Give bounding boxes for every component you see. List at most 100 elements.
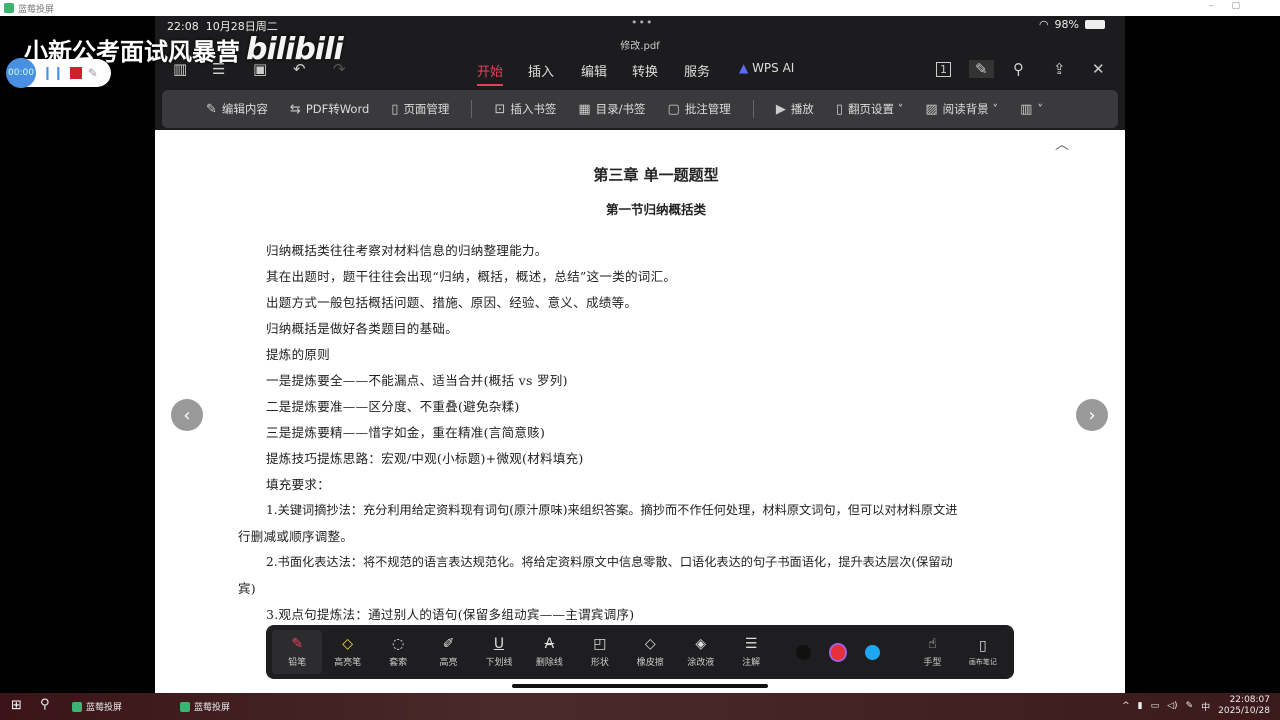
note-icon: ☰	[744, 636, 758, 652]
toc-button[interactable]: ▦ 目录/书签	[578, 101, 645, 117]
ime-indicator[interactable]: 中	[1201, 700, 1210, 713]
comment-manage-button[interactable]: ▢ 批注管理	[668, 101, 731, 117]
strikethrough-icon: A	[544, 636, 555, 652]
volume-icon[interactable]: ◁)	[1167, 701, 1177, 711]
next-page-button[interactable]: ›	[1076, 399, 1108, 431]
label: PDF转Word	[305, 102, 370, 116]
label: 目录/书签	[595, 102, 646, 116]
divider	[471, 100, 473, 118]
page-manage-button[interactable]: ▯ 页面管理	[391, 101, 449, 117]
network-icon[interactable]: ▭	[1151, 701, 1160, 711]
label: 阅读背景 ˅	[942, 102, 999, 116]
doc-line: 二是提炼要准——区分度、不重叠(避免杂糅)	[266, 399, 520, 414]
view-mode-button[interactable]: ▥ ˅	[1020, 102, 1043, 117]
tool-underline[interactable]: U 下划线	[474, 636, 524, 668]
tab-edit[interactable]: 编辑	[581, 61, 607, 80]
system-tray: ^ ▮ ▭ ◁) ✎ 中 22:08:07 2025/10/28	[1122, 695, 1270, 717]
pencil-icon: ✎	[291, 636, 304, 652]
doc-line: 其在出题时，题干往往会出现“归纳，概括，概述，总结”这一类的词汇。	[266, 269, 677, 284]
tool-highlighter[interactable]: ◇ 高亮笔	[322, 636, 372, 668]
close-icon[interactable]: ✕	[1092, 60, 1105, 78]
insert-bookmark-button[interactable]: ⊡ 插入书签	[494, 101, 556, 117]
label: 涂改液	[687, 658, 715, 668]
color-blue[interactable]	[865, 644, 880, 660]
tool-shape[interactable]: ◰ 形状	[575, 636, 625, 668]
reading-background-button[interactable]: ▨ 阅读背景 ˅	[925, 101, 998, 117]
label: 铅笔	[288, 658, 307, 668]
shape-icon: ◰	[593, 636, 607, 652]
section-title: 第一节归纳概括类	[605, 202, 706, 217]
book-icon: ▥	[1020, 101, 1033, 117]
recording-widget: 00:00 ❙❙ ✎	[6, 58, 111, 88]
edit-content-button[interactable]: ✎ 编辑内容	[206, 101, 268, 117]
label: 下划线	[485, 658, 513, 668]
tool-pencil[interactable]: ✎ 铅笔	[272, 630, 323, 674]
label: 翻页设置 ˅	[847, 102, 904, 116]
collapse-chevron-icon[interactable]: ︿	[1055, 134, 1069, 154]
chapter-title: 第三章 单一题题型	[593, 166, 719, 184]
clock-time: 22:08:07	[1229, 695, 1270, 705]
background-icon: ▨	[925, 101, 938, 117]
label: 形状	[590, 658, 609, 668]
bilibili-logo: bilibili	[246, 32, 344, 67]
app-icon	[4, 3, 14, 13]
tool-canvas-note[interactable]: ▯ 画布笔记	[958, 638, 1008, 667]
toc-icon: ▦	[578, 101, 591, 117]
tab-service[interactable]: 服务	[684, 61, 710, 80]
pen-tray-icon[interactable]: ✎	[1186, 701, 1194, 711]
page-turn-settings-button[interactable]: ▯ 翻页设置 ˅	[836, 101, 904, 117]
tool-hand[interactable]: ☝ 手型	[907, 636, 957, 668]
play-button[interactable]: ▶ 播放	[776, 101, 814, 117]
home-indicator[interactable]	[512, 684, 768, 688]
stop-icon[interactable]	[69, 67, 82, 79]
tab-wps-ai[interactable]: ▲ WPS AI	[739, 61, 794, 75]
doc-line: 归纳概括是做好各类题目的基础。	[266, 321, 459, 336]
tool-eraser[interactable]: ◇ 橡皮擦	[625, 636, 675, 668]
page-count-icon[interactable]: 1	[936, 62, 951, 77]
hand-icon: ☝	[928, 636, 937, 652]
tool-note[interactable]: ☰ 注解	[726, 636, 776, 668]
tab-start[interactable]: 开始	[477, 61, 504, 86]
tab-convert[interactable]: 转换	[632, 61, 658, 80]
multitask-dots[interactable]: •••	[631, 16, 653, 29]
tool-correction-fluid[interactable]: ◈ 涂改液	[676, 636, 726, 668]
minimize-button[interactable]: –	[1209, 1, 1214, 11]
tool-highlight[interactable]: ✐ 高亮	[423, 636, 473, 668]
highlighter-icon: ◇	[342, 636, 354, 652]
color-black[interactable]	[796, 644, 811, 660]
clock[interactable]: 22:08:07 2025/10/28	[1218, 695, 1270, 717]
pen-icon[interactable]: ✎	[88, 66, 98, 80]
doc-line: 提炼技巧提炼思路：宏观/中观(小标题)+微观(材料填充)	[266, 451, 584, 466]
search-icon[interactable]: ⚲	[1013, 60, 1024, 78]
tray-chevron-icon[interactable]: ^	[1122, 701, 1130, 711]
label: 画布笔记	[968, 657, 997, 666]
tool-lasso[interactable]: ◌ 套索	[373, 636, 423, 668]
status-right: ◠ 98%	[1039, 18, 1105, 31]
clock-date: 2025/10/28	[1218, 706, 1270, 716]
color-red[interactable]	[830, 644, 846, 660]
battery-percent: 98%	[1054, 18, 1079, 31]
label: 橡皮擦	[636, 658, 664, 668]
start-icon[interactable]: ⊞	[11, 698, 22, 713]
app-icon	[180, 701, 190, 712]
window-controls: – ▢	[1209, 1, 1240, 11]
prev-page-button[interactable]: ‹	[171, 399, 203, 431]
pause-icon[interactable]: ❙❙	[42, 66, 64, 81]
record-timer[interactable]: 00:00	[6, 58, 36, 88]
share-icon[interactable]: ⇪	[1053, 60, 1066, 78]
tab-insert[interactable]: 插入	[528, 61, 554, 80]
taskbar-app[interactable]: 蓝莓投屏	[180, 700, 230, 713]
label: 批注管理	[684, 102, 731, 116]
taskbar-app[interactable]: 蓝莓投屏	[72, 700, 122, 713]
mic-icon[interactable]: ▮	[1138, 701, 1143, 711]
tool-strikethrough[interactable]: A 删除线	[524, 636, 574, 668]
window-title: 蓝莓投屏	[18, 4, 55, 15]
search-icon[interactable]: ⚲	[40, 697, 50, 712]
pen-mode-icon[interactable]: ✎	[969, 60, 994, 78]
app-icon	[72, 701, 82, 712]
correction-fluid-icon: ◈	[695, 636, 707, 652]
windows-taskbar: ⊞ ⚲ 蓝莓投屏 蓝莓投屏 ^ ▮ ▭ ◁) ✎ 中 22:08:07 2025/10/2…	[0, 693, 1280, 720]
maximize-button[interactable]: ▢	[1231, 1, 1240, 11]
pdf-to-word-button[interactable]: ⇆ PDF转Word	[290, 101, 369, 117]
lasso-icon: ◌	[391, 636, 405, 652]
